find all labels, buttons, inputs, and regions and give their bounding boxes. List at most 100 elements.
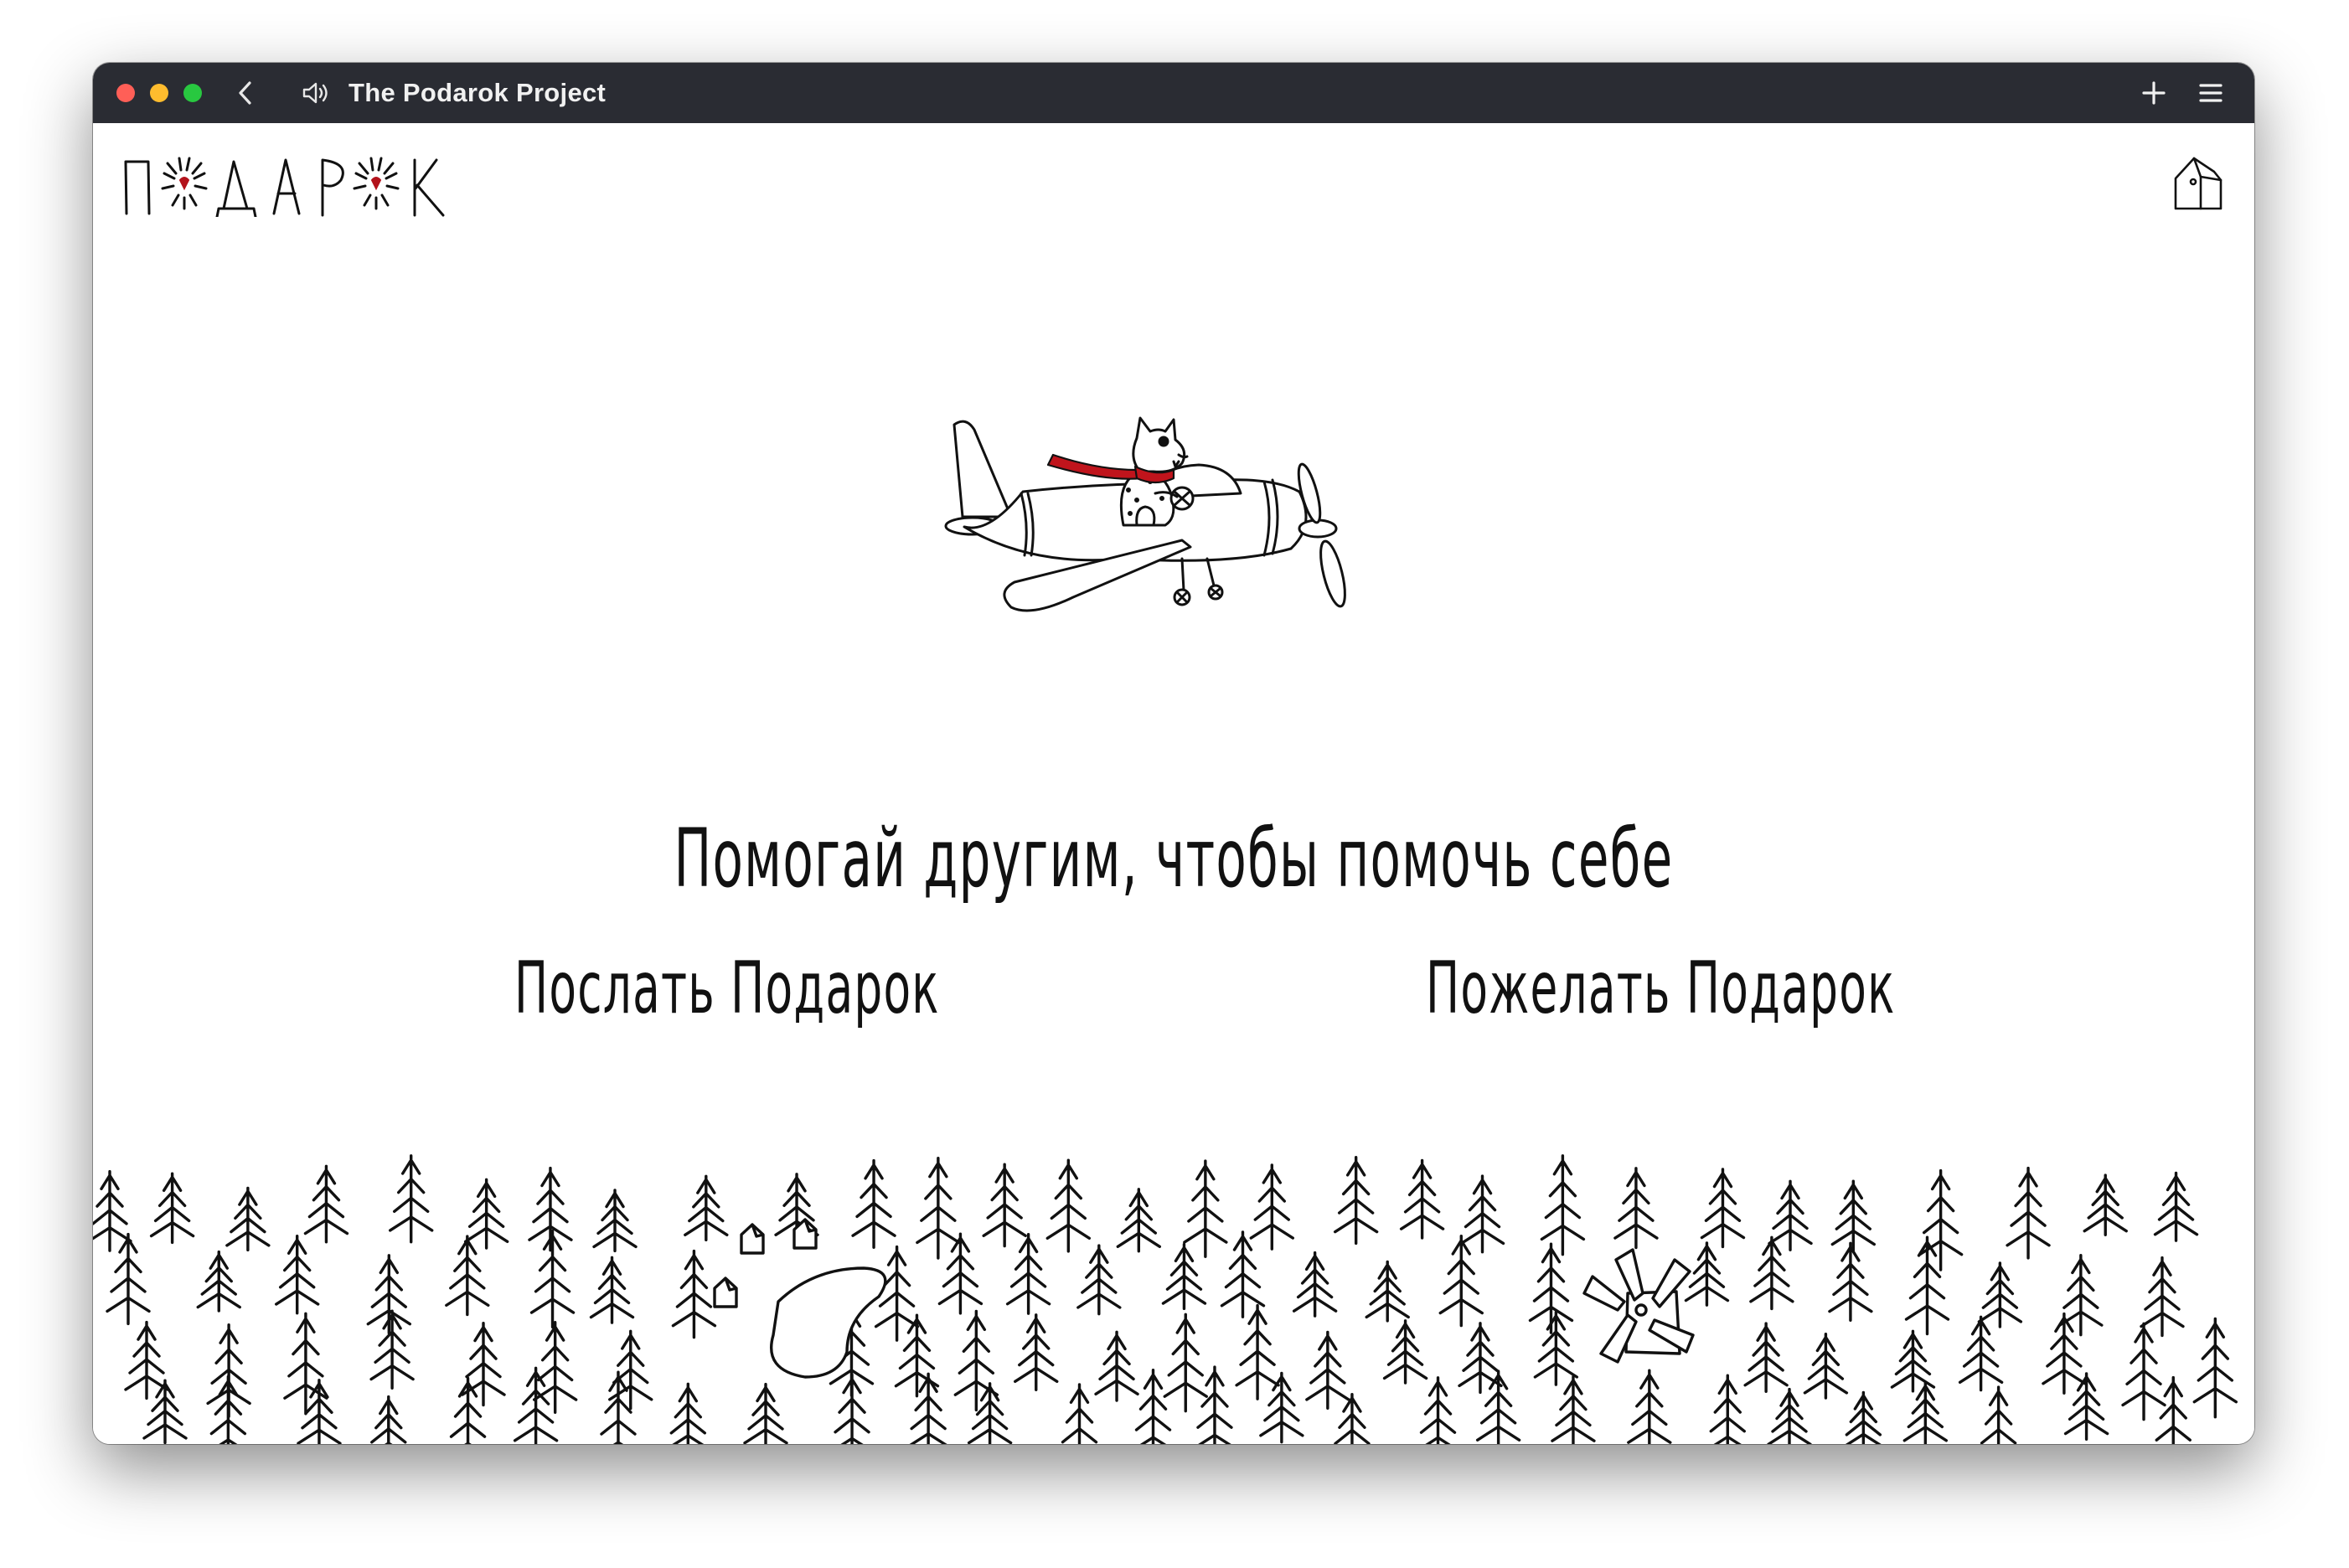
hamburger-menu-icon[interactable] — [2192, 63, 2229, 123]
pine-tree — [445, 1235, 490, 1317]
pine-tree — [1183, 1159, 1228, 1258]
pine-tree — [389, 1154, 434, 1244]
pine-tree — [2083, 1173, 2128, 1237]
pine-tree — [2153, 1171, 2199, 1242]
pine-tree — [149, 1172, 195, 1245]
title-bar: The Podarok Project — [93, 63, 2254, 123]
pine-tree — [2140, 1256, 2185, 1338]
pine-tree — [1116, 1188, 1162, 1253]
pine-tree — [1977, 1261, 2023, 1328]
pine-tree — [671, 1249, 717, 1339]
pine-tree — [1134, 1368, 1172, 1444]
pine-tree — [669, 1382, 707, 1444]
pine-tree — [1830, 1179, 1876, 1253]
pine-tree — [1475, 1369, 1521, 1444]
pine-tree — [1890, 1329, 1936, 1393]
send-gift-link[interactable]: Послать Подарок — [514, 946, 939, 1030]
pine-tree — [1365, 1260, 1410, 1323]
podarok-logo[interactable] — [121, 150, 457, 217]
pine-tree — [274, 1234, 320, 1315]
pine-tree — [1045, 1158, 1092, 1253]
pine-tree — [916, 1157, 961, 1260]
pine-tree — [1528, 1242, 1574, 1334]
pine-tree — [463, 1178, 509, 1250]
pine-tree — [1980, 1385, 2017, 1444]
pine-tree — [1333, 1156, 1379, 1246]
pine-tree — [142, 1379, 188, 1444]
pine-tree — [589, 1256, 635, 1324]
pine-tree — [2042, 1312, 2087, 1395]
window-title: The Podarok Project — [348, 78, 607, 107]
pine-tree — [1540, 1154, 1586, 1256]
pine-tree — [909, 1372, 947, 1444]
plus-icon[interactable] — [2135, 63, 2172, 123]
pine-tree — [2006, 1166, 2051, 1260]
pine-tree — [1700, 1168, 1746, 1249]
pine-tree — [2121, 1322, 2166, 1421]
airplane-illustration — [944, 416, 1346, 612]
pine-tree — [1459, 1174, 1505, 1254]
pine-tree — [2155, 1375, 2192, 1444]
pine-tree — [1902, 1381, 1949, 1444]
close-button[interactable] — [116, 84, 135, 102]
pine-tree — [937, 1232, 983, 1315]
pine-tree — [1768, 1179, 1813, 1251]
zoom-button[interactable] — [183, 84, 202, 102]
pine-tree — [529, 1229, 576, 1329]
pine-tree — [1419, 1376, 1457, 1444]
pine-tree — [1709, 1374, 1746, 1444]
pine-tree — [1743, 1322, 1789, 1393]
pine-tree — [684, 1174, 729, 1242]
pine-tree — [1845, 1390, 1882, 1444]
pine-tree — [1533, 1310, 1579, 1386]
pine-tree — [1399, 1158, 1445, 1240]
pine-tree — [1094, 1330, 1139, 1402]
pine-tree — [1803, 1332, 1849, 1400]
pine-tree — [1749, 1235, 1794, 1311]
pine-tree — [196, 1250, 241, 1313]
pine-tree — [1061, 1383, 1098, 1444]
wish-gift-link[interactable]: Пожелать Подарок — [1426, 946, 1894, 1030]
pine-tree — [1382, 1319, 1428, 1385]
minimize-button[interactable] — [150, 84, 168, 102]
pine-tree — [1005, 1233, 1051, 1315]
pine-tree — [592, 1189, 638, 1253]
pine-tree — [743, 1382, 788, 1444]
pine-tree — [1292, 1251, 1338, 1318]
pine-tree — [1076, 1244, 1122, 1316]
slogan-heading: Помогай другим, чтобы помочь себе — [674, 812, 1674, 905]
pine-tree — [1163, 1313, 1208, 1413]
pine-tree — [1438, 1234, 1484, 1328]
pine-tree — [1627, 1369, 1672, 1444]
pine-tree — [532, 1321, 578, 1414]
pine-tree — [608, 1329, 653, 1411]
pine-tree — [124, 1320, 169, 1400]
pine-tree — [600, 1370, 637, 1444]
browser-window: The Podarok Project Помогай другим, чтоб… — [93, 63, 2254, 1444]
chevron-left-icon[interactable] — [229, 63, 262, 123]
page-content: Помогай другим, чтобы помочь себе Послат… — [93, 123, 2254, 1444]
pine-tree — [209, 1375, 247, 1444]
speaker-icon[interactable] — [298, 63, 335, 123]
pine-tree — [93, 1169, 132, 1252]
pine-tree — [1958, 1315, 2004, 1392]
pine-tree — [1767, 1387, 1812, 1444]
pine-tree — [851, 1158, 896, 1249]
pine-tree — [303, 1164, 349, 1244]
pine-tree — [982, 1163, 1027, 1248]
house-icon[interactable] — [2172, 153, 2224, 214]
pine-tree — [1551, 1375, 1596, 1444]
pine-tree — [1014, 1313, 1059, 1391]
pine-tree — [513, 1366, 559, 1444]
pine-tree — [1305, 1330, 1350, 1410]
pine-tree — [1235, 1303, 1280, 1400]
pine-tree — [1196, 1365, 1233, 1444]
forest-illustration — [93, 1154, 2238, 1444]
pine-tree — [2063, 1372, 2109, 1441]
pine-tree — [2192, 1317, 2238, 1419]
pine-tree — [1684, 1241, 1730, 1307]
pine-tree — [1161, 1242, 1207, 1311]
pine-tree — [370, 1395, 407, 1444]
pine-tree — [1334, 1392, 1371, 1444]
pine-tree — [834, 1373, 870, 1444]
